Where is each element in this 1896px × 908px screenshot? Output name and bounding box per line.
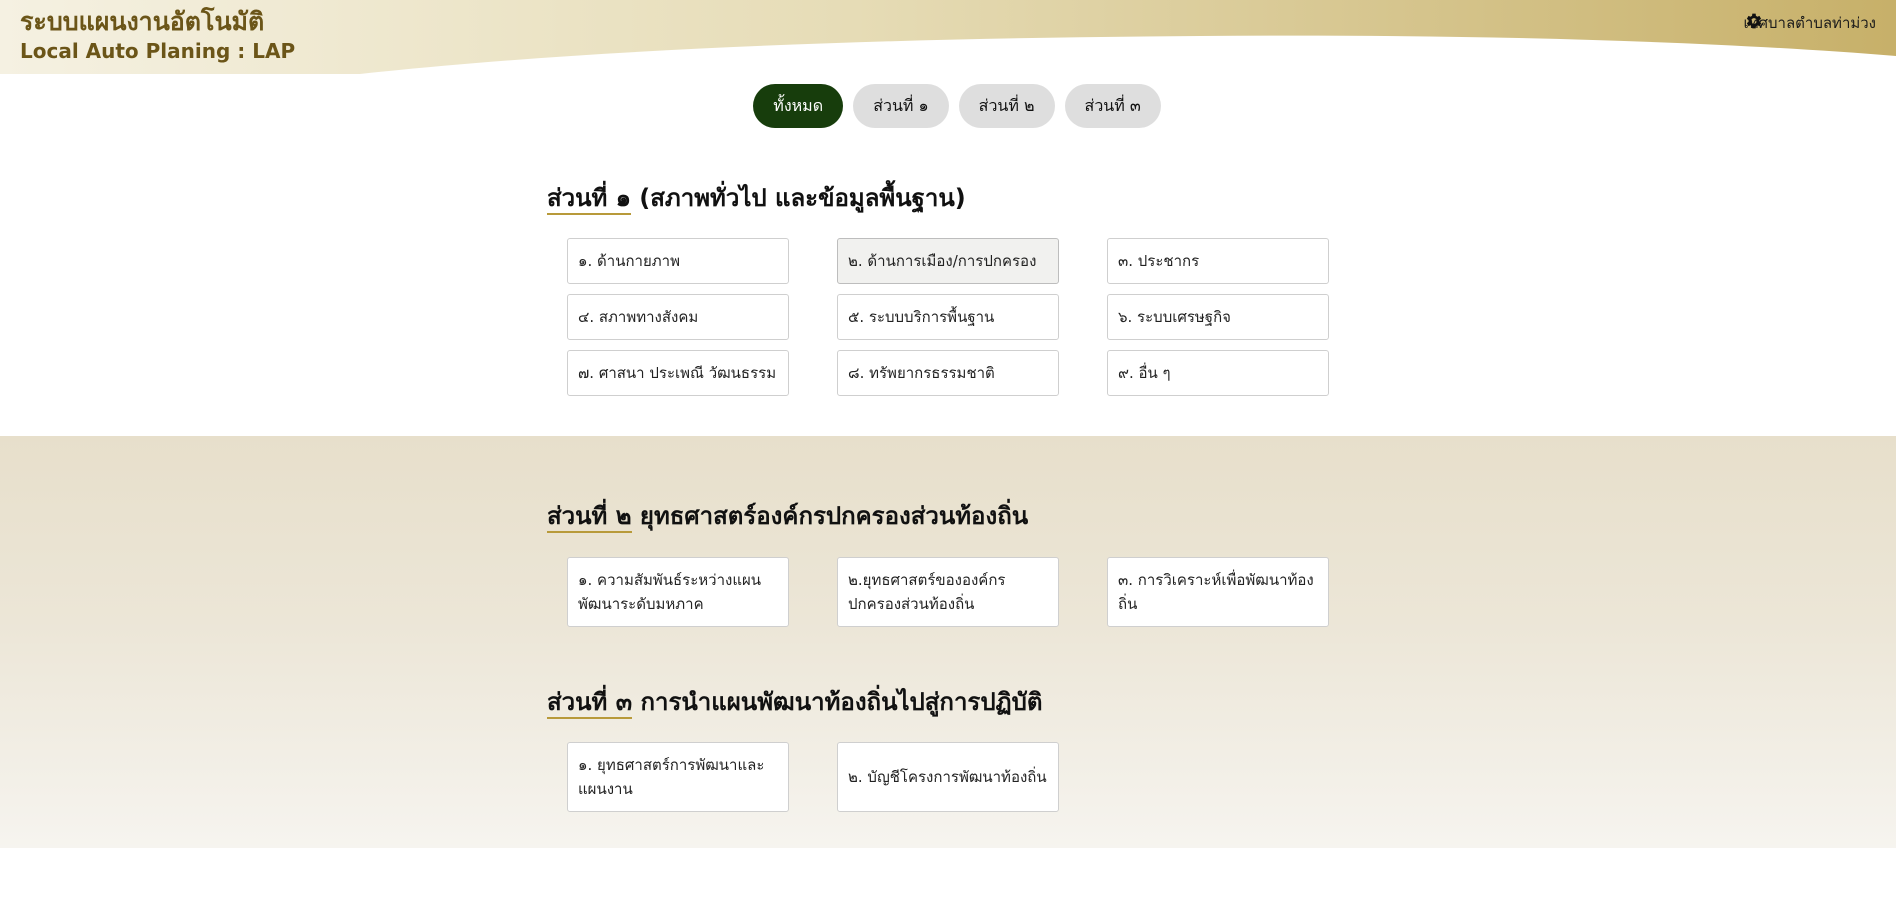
section-tabs: ทั้งหมด ส่วนที่ ๑ ส่วนที่ ๒ ส่วนที่ ๓ — [0, 84, 1896, 128]
tab-section-2[interactable]: ส่วนที่ ๒ — [958, 84, 1055, 128]
card-strategy-plan[interactable]: ๑. ยุทธศาสตร์การพัฒนาและแผนงาน — [567, 742, 789, 812]
card-culture[interactable]: ๗. ศาสนา ประเพณี วัฒนธรรม — [567, 350, 789, 396]
card-physical[interactable]: ๑. ด้านกายภาพ — [567, 238, 789, 284]
section-3-title: ส่วนที่ ๓ การนำแผนพัฒนาท้องถิ่นไปสู่การป… — [547, 686, 1347, 719]
section-2-title-prefix: ส่วนที่ ๒ — [547, 502, 632, 533]
section-2-title-text: ยุทธศาสตร์องค์กรปกครองส่วนท้องถิ่น — [631, 502, 1029, 530]
section-1-title-text: (สภาพทั่วไป และข้อมูลพื้นฐาน) — [630, 184, 966, 212]
app-header: ระบบแผนงานอัตโนมัติ Local Auto Planing :… — [0, 0, 1896, 80]
app-subtitle: Local Auto Planing : LAP — [20, 39, 296, 63]
tab-section-1[interactable]: ส่วนที่ ๑ — [853, 84, 949, 128]
section-2: ส่วนที่ ๒ ยุทธศาสตร์องค์กรปกครองส่วนท้อง… — [547, 500, 1347, 627]
card-project-list[interactable]: ๒. บัญชีโครงการพัฒนาท้องถิ่น — [837, 742, 1059, 812]
section-1-grid: ๑. ด้านกายภาพ ๒. ด้านการเมือง/การปกครอง … — [567, 238, 1329, 396]
section-1-title: ส่วนที่ ๑ (สภาพทั่วไป และข้อมูลพื้นฐาน) — [547, 182, 1347, 215]
tab-all[interactable]: ทั้งหมด — [753, 84, 844, 128]
card-economy[interactable]: ๖. ระบบเศรษฐกิจ — [1107, 294, 1329, 340]
card-infrastructure[interactable]: ๕. ระบบบริการพื้นฐาน — [837, 294, 1059, 340]
gear-icon[interactable] — [1744, 11, 1764, 31]
section-2-title: ส่วนที่ ๒ ยุทธศาสตร์องค์กรปกครองส่วนท้อง… — [547, 500, 1347, 533]
card-politics[interactable]: ๒. ด้านการเมือง/การปกครอง — [837, 238, 1059, 284]
card-others[interactable]: ๙. อื่น ๆ — [1107, 350, 1329, 396]
section-1: ส่วนที่ ๑ (สภาพทั่วไป และข้อมูลพื้นฐาน) … — [547, 182, 1347, 396]
brand[interactable]: ระบบแผนงานอัตโนมัติ Local Auto Planing :… — [20, 6, 295, 64]
card-population[interactable]: ๓. ประชากร — [1107, 238, 1329, 284]
tab-section-3[interactable]: ส่วนที่ ๓ — [1064, 84, 1161, 128]
org-area: เทศบาลตำบลท่าม่วง — [1744, 11, 1876, 35]
section-2-grid: ๑. ความสัมพันธ์ระหว่างแผนพัฒนาระดับมหภาค… — [567, 557, 1329, 627]
section-3-grid: ๑. ยุทธศาสตร์การพัฒนาและแผนงาน ๒. บัญชีโ… — [567, 742, 1329, 812]
card-development-analysis[interactable]: ๓. การวิเคราะห์เพื่อพัฒนาท้องถิ่น — [1107, 557, 1329, 627]
section-1-title-prefix: ส่วนที่ ๑ — [547, 184, 631, 215]
card-macro-relationship[interactable]: ๑. ความสัมพันธ์ระหว่างแผนพัฒนาระดับมหภาค — [567, 557, 789, 627]
card-social[interactable]: ๔. สภาพทางสังคม — [567, 294, 789, 340]
card-local-strategy[interactable]: ๒.ยุทธศาสตร์ขององค์กรปกครองส่วนท้องถิ่น — [837, 557, 1059, 627]
section-3-title-text: การนำแผนพัฒนาท้องถิ่นไปสู่การปฏิบัติ — [632, 688, 1043, 716]
app-title: ระบบแผนงานอัตโนมัติ — [20, 7, 265, 36]
section-3-title-prefix: ส่วนที่ ๓ — [547, 688, 633, 719]
section-3: ส่วนที่ ๓ การนำแผนพัฒนาท้องถิ่นไปสู่การป… — [547, 686, 1347, 812]
card-natural-resources[interactable]: ๘. ทรัพยากรธรรมชาติ — [837, 350, 1059, 396]
